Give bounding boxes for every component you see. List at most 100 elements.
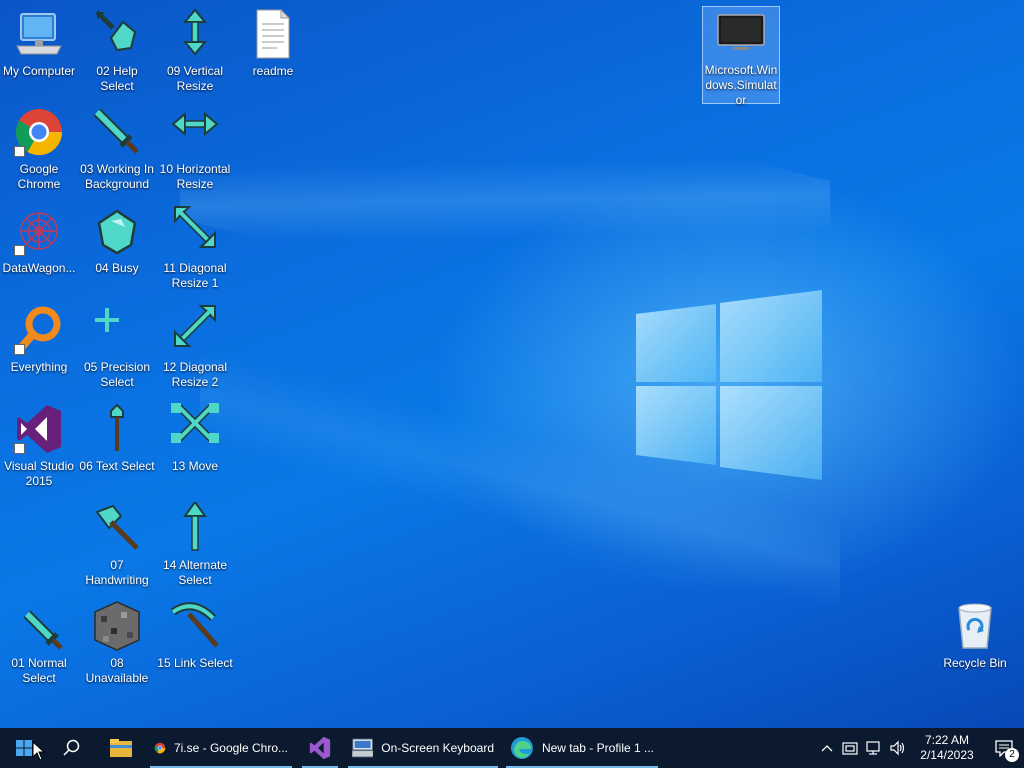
computer-icon: [13, 8, 65, 60]
windows-logo-wallpaper: [636, 290, 822, 480]
icon-label: 15 Link Select: [157, 656, 233, 670]
desktop-icon-help-select[interactable]: 02 Help Select: [78, 8, 156, 94]
icon-label: 07 Handwriting: [85, 558, 149, 587]
desktop-icon-link-select[interactable]: 15 Link Select: [156, 600, 234, 671]
diamond-shovel-icon: [91, 403, 143, 455]
folder-icon: [110, 739, 132, 757]
magnifier-icon: [13, 304, 65, 356]
desktop-icon-text-select[interactable]: 06 Text Select: [78, 403, 156, 474]
icon-label: 04 Busy: [95, 261, 139, 275]
file-explorer-button[interactable]: [96, 728, 146, 768]
crosshair-icon: [91, 304, 143, 356]
desktop-icon-horizontal-resize[interactable]: 10 Horizontal Resize: [156, 106, 234, 192]
shortcut-arrow-icon: [14, 344, 25, 355]
clock[interactable]: 7:22 AM 2/14/2023: [910, 733, 984, 763]
icon-label: 11 Diagonal Resize 1: [163, 261, 227, 290]
icon-label: Google Chrome: [17, 162, 61, 191]
search-button[interactable]: [48, 728, 96, 768]
diamond-pickaxe-icon: [169, 600, 221, 652]
desktop-icon-alternate-select[interactable]: 14 Alternate Select: [156, 502, 234, 588]
desktop-icon-everything[interactable]: Everything: [0, 304, 78, 375]
desktop-icon-readme[interactable]: readme: [234, 8, 312, 79]
desktop-icon-diagonal-resize-2[interactable]: 12 Diagonal Resize 2: [156, 304, 234, 390]
icon-label: 06 Text Select: [79, 459, 155, 473]
visual-studio-icon: [309, 736, 331, 760]
chevron-up-icon: [821, 745, 833, 752]
shortcut-arrow-icon: [14, 443, 25, 454]
icon-label: DataWagon...: [2, 261, 76, 275]
diagonal-arrow-icon: [169, 205, 221, 257]
taskbar-edge-window[interactable]: New tab - Profile 1 ...: [502, 728, 662, 768]
text-file-icon: [247, 8, 299, 60]
icon-label: 12 Diagonal Resize 2: [162, 360, 228, 389]
system-tray: 7:22 AM 2/14/2023 2: [816, 728, 1024, 768]
desktop-icon-move[interactable]: 13 Move: [156, 403, 234, 474]
vertical-arrow-icon: [169, 8, 221, 60]
diamond-axe-icon: [91, 502, 143, 554]
taskbar: 7i.se - Google Chro... On-Screen Keyboar…: [0, 728, 1024, 768]
desktop-icon-recycle-bin[interactable]: Recycle Bin: [936, 600, 1014, 671]
desktop-icon-windows-simulator[interactable]: Microsoft.Windows.Simulator: [702, 6, 780, 107]
icon-label: readme: [252, 64, 294, 78]
taskbar-osk-label: On-Screen Keyboard: [381, 741, 494, 755]
taskbar-chrome-window[interactable]: 7i.se - Google Chro...: [146, 728, 296, 768]
desktop-icon-precision-select[interactable]: 05 Precision Select: [78, 304, 156, 390]
desktop-icon-datawagon[interactable]: DataWagon...: [0, 205, 78, 276]
icon-label: 02 Help Select: [96, 64, 138, 93]
edge-icon: [510, 737, 533, 759]
diagonal-arrow-icon: [169, 304, 221, 356]
chrome-icon: [154, 742, 166, 754]
desktop-icon-normal-select[interactable]: 01 Normal Select: [0, 600, 78, 686]
volume-button[interactable]: [886, 728, 910, 768]
desktop: My Computer Google Chrome DataWagon... E…: [0, 0, 1024, 728]
tray-app-icon[interactable]: [838, 728, 862, 768]
move-arrows-icon: [169, 403, 221, 455]
chrome-icon: [13, 106, 65, 158]
shortcut-arrow-icon: [14, 146, 25, 157]
network-button[interactable]: [862, 728, 886, 768]
desktop-icon-unavailable[interactable]: 08 Unavailable: [78, 600, 156, 686]
icon-label: 13 Move: [171, 459, 219, 473]
diamond-arrow-icon: [91, 8, 143, 60]
show-hidden-icons-button[interactable]: [816, 728, 838, 768]
diamond-sword-icon: [91, 106, 143, 158]
icon-label: 03 Working In Background: [80, 162, 154, 191]
diamond-icon: [91, 205, 143, 257]
icon-label: 10 Horizontal Resize: [159, 162, 231, 191]
diamond-sword-icon: [13, 600, 65, 652]
speaker-icon: [890, 740, 905, 756]
monitor-icon: [715, 7, 767, 59]
action-center-button[interactable]: 2: [984, 728, 1024, 768]
icon-label: Everything: [10, 360, 68, 374]
desktop-icon-google-chrome[interactable]: Google Chrome: [0, 106, 78, 192]
notification-badge: 2: [1005, 748, 1019, 762]
icon-label: Visual Studio 2015: [4, 459, 74, 488]
desktop-icon-busy[interactable]: 04 Busy: [78, 205, 156, 276]
icon-label: Recycle Bin: [943, 656, 1007, 670]
icon-label: My Computer: [2, 64, 76, 78]
desktop-icon-handwriting[interactable]: 07 Handwriting: [78, 502, 156, 588]
taskbar-visual-studio[interactable]: [296, 728, 344, 768]
visual-studio-icon: [13, 403, 65, 455]
desktop-icon-working-bg[interactable]: 03 Working In Background: [78, 106, 156, 192]
recycle-bin-icon: [949, 600, 1001, 652]
security-icon: [842, 742, 858, 755]
desktop-icon-visual-studio[interactable]: Visual Studio 2015: [0, 403, 78, 489]
windows-start-icon: [16, 740, 32, 756]
taskbar-edge-label: New tab - Profile 1 ...: [541, 741, 654, 755]
icon-label: Microsoft.Windows.Simulator: [704, 63, 778, 107]
icon-label: 08 Unavailable: [85, 656, 149, 685]
shortcut-arrow-icon: [14, 245, 25, 256]
up-arrow-icon: [169, 502, 221, 554]
datawagon-icon: [13, 205, 65, 257]
icon-label: 05 Precision Select: [83, 360, 151, 389]
desktop-icon-vertical-resize[interactable]: 09 Vertical Resize: [156, 8, 234, 94]
keyboard-icon: [352, 738, 374, 758]
clock-time: 7:22 AM: [924, 733, 970, 747]
desktop-icon-diagonal-resize-1[interactable]: 11 Diagonal Resize 1: [156, 205, 234, 291]
desktop-icon-my-computer[interactable]: My Computer: [0, 8, 78, 79]
icon-label: 09 Vertical Resize: [166, 64, 224, 93]
taskbar-chrome-label: 7i.se - Google Chro...: [173, 741, 288, 755]
clock-date: 2/14/2023: [920, 748, 974, 762]
taskbar-onscreen-keyboard[interactable]: On-Screen Keyboard: [344, 728, 502, 768]
